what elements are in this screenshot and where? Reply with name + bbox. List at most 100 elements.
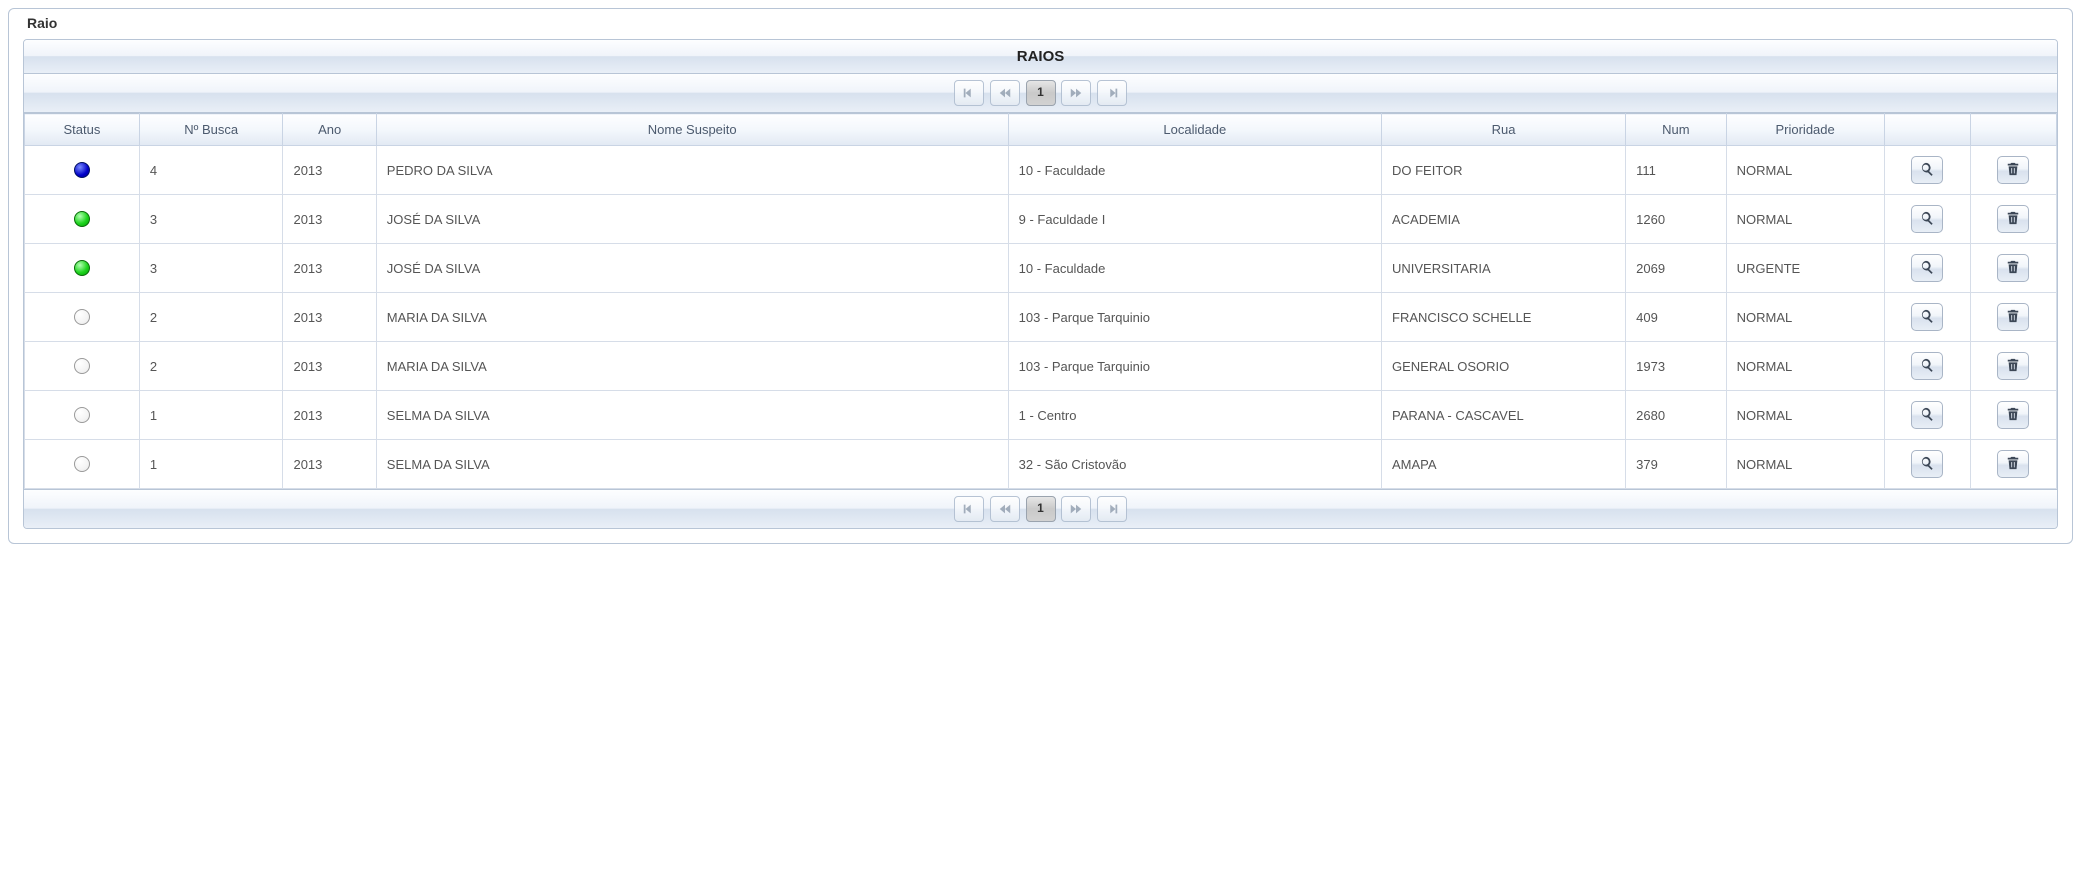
view-button[interactable]	[1911, 303, 1943, 331]
cell-n-busca: 1	[139, 440, 283, 489]
view-button[interactable]	[1911, 156, 1943, 184]
cell-nome: MARIA DA SILVA	[376, 293, 1008, 342]
cell-view	[1884, 293, 1970, 342]
column-header-delete	[1970, 114, 2056, 146]
status-icon	[74, 211, 90, 227]
view-button[interactable]	[1911, 450, 1943, 478]
previous-page-button[interactable]	[990, 80, 1020, 106]
cell-view	[1884, 146, 1970, 195]
cell-localidade: 103 - Parque Tarquinio	[1008, 342, 1381, 391]
cell-num: 111	[1626, 146, 1727, 195]
cell-prioridade: NORMAL	[1726, 293, 1884, 342]
status-icon	[74, 456, 90, 472]
page-number-button[interactable]: 1	[1026, 80, 1056, 106]
cell-view	[1884, 195, 1970, 244]
next-page-button[interactable]	[1061, 80, 1091, 106]
last-page-button[interactable]	[1097, 80, 1127, 106]
table-row[interactable]: 22013MARIA DA SILVA103 - Parque Tarquini…	[25, 342, 2057, 391]
previous-page-button[interactable]	[990, 496, 1020, 522]
trash-icon	[2006, 456, 2020, 473]
previous-page-icon	[998, 501, 1012, 515]
magnifier-icon	[1920, 456, 1934, 473]
cell-rua: PARANA - CASCAVEL	[1382, 391, 1626, 440]
cell-n-busca: 4	[139, 146, 283, 195]
page-number-button[interactable]: 1	[1026, 496, 1056, 522]
cell-nome: SELMA DA SILVA	[376, 440, 1008, 489]
cell-status	[25, 440, 140, 489]
delete-button[interactable]	[1997, 156, 2029, 184]
cell-num: 379	[1626, 440, 1727, 489]
column-header-prioridade[interactable]: Prioridade	[1726, 114, 1884, 146]
first-page-button[interactable]	[954, 80, 984, 106]
view-button[interactable]	[1911, 205, 1943, 233]
cell-num: 1260	[1626, 195, 1727, 244]
last-page-button[interactable]	[1097, 496, 1127, 522]
column-header-ano[interactable]: Ano	[283, 114, 376, 146]
table-header: Status Nº Busca Ano Nome Suspeito Locali…	[25, 114, 2057, 146]
panel-title: Raio	[27, 15, 57, 31]
cell-prioridade: NORMAL	[1726, 440, 1884, 489]
cell-ano: 2013	[283, 342, 376, 391]
raio-panel: Raio RAIOS 1	[8, 8, 2073, 544]
cell-num: 1973	[1626, 342, 1727, 391]
cell-delete	[1970, 244, 2056, 293]
delete-button[interactable]	[1997, 352, 2029, 380]
table-row[interactable]: 12013SELMA DA SILVA1 - CentroPARANA - CA…	[25, 391, 2057, 440]
magnifier-icon	[1920, 162, 1934, 179]
table-row[interactable]: 32013JOSÉ DA SILVA10 - FaculdadeUNIVERSI…	[25, 244, 2057, 293]
view-button[interactable]	[1911, 401, 1943, 429]
cell-status	[25, 293, 140, 342]
trash-icon	[2006, 211, 2020, 228]
delete-button[interactable]	[1997, 450, 2029, 478]
magnifier-icon	[1920, 260, 1934, 277]
cell-localidade: 1 - Centro	[1008, 391, 1381, 440]
cell-ano: 2013	[283, 293, 376, 342]
delete-button[interactable]	[1997, 303, 2029, 331]
cell-ano: 2013	[283, 195, 376, 244]
cell-localidade: 32 - São Cristovão	[1008, 440, 1381, 489]
next-page-icon	[1069, 85, 1083, 99]
trash-icon	[2006, 309, 2020, 326]
cell-num: 2680	[1626, 391, 1727, 440]
table-row[interactable]: 12013SELMA DA SILVA32 - São CristovãoAMA…	[25, 440, 2057, 489]
column-header-rua[interactable]: Rua	[1382, 114, 1626, 146]
column-header-num[interactable]: Num	[1626, 114, 1727, 146]
column-header-nome[interactable]: Nome Suspeito	[376, 114, 1008, 146]
delete-button[interactable]	[1997, 401, 2029, 429]
cell-prioridade: URGENTE	[1726, 244, 1884, 293]
cell-n-busca: 2	[139, 342, 283, 391]
delete-button[interactable]	[1997, 205, 2029, 233]
cell-n-busca: 3	[139, 244, 283, 293]
table-row[interactable]: 32013JOSÉ DA SILVA9 - Faculdade IACADEMI…	[25, 195, 2057, 244]
first-page-button[interactable]	[954, 496, 984, 522]
last-page-icon	[1105, 501, 1119, 515]
cell-delete	[1970, 195, 2056, 244]
cell-rua: DO FEITOR	[1382, 146, 1626, 195]
paginator-bottom: 1	[24, 489, 2057, 528]
table-body: 42013PEDRO DA SILVA10 - FaculdadeDO FEIT…	[25, 146, 2057, 489]
delete-button[interactable]	[1997, 254, 2029, 282]
column-header-view	[1884, 114, 1970, 146]
data-table: Status Nº Busca Ano Nome Suspeito Locali…	[24, 113, 2057, 489]
next-page-icon	[1069, 501, 1083, 515]
trash-icon	[2006, 358, 2020, 375]
cell-status	[25, 146, 140, 195]
view-button[interactable]	[1911, 254, 1943, 282]
column-header-status[interactable]: Status	[25, 114, 140, 146]
cell-prioridade: NORMAL	[1726, 195, 1884, 244]
table-row[interactable]: 42013PEDRO DA SILVA10 - FaculdadeDO FEIT…	[25, 146, 2057, 195]
status-icon	[74, 407, 90, 423]
table-row[interactable]: 22013MARIA DA SILVA103 - Parque Tarquini…	[25, 293, 2057, 342]
cell-localidade: 10 - Faculdade	[1008, 244, 1381, 293]
raios-grid: RAIOS 1	[23, 39, 2058, 529]
next-page-button[interactable]	[1061, 496, 1091, 522]
cell-n-busca: 1	[139, 391, 283, 440]
column-header-n-busca[interactable]: Nº Busca	[139, 114, 283, 146]
cell-nome: MARIA DA SILVA	[376, 342, 1008, 391]
status-icon	[74, 162, 90, 178]
cell-status	[25, 342, 140, 391]
cell-nome: JOSÉ DA SILVA	[376, 244, 1008, 293]
view-button[interactable]	[1911, 352, 1943, 380]
column-header-localidade[interactable]: Localidade	[1008, 114, 1381, 146]
cell-n-busca: 3	[139, 195, 283, 244]
